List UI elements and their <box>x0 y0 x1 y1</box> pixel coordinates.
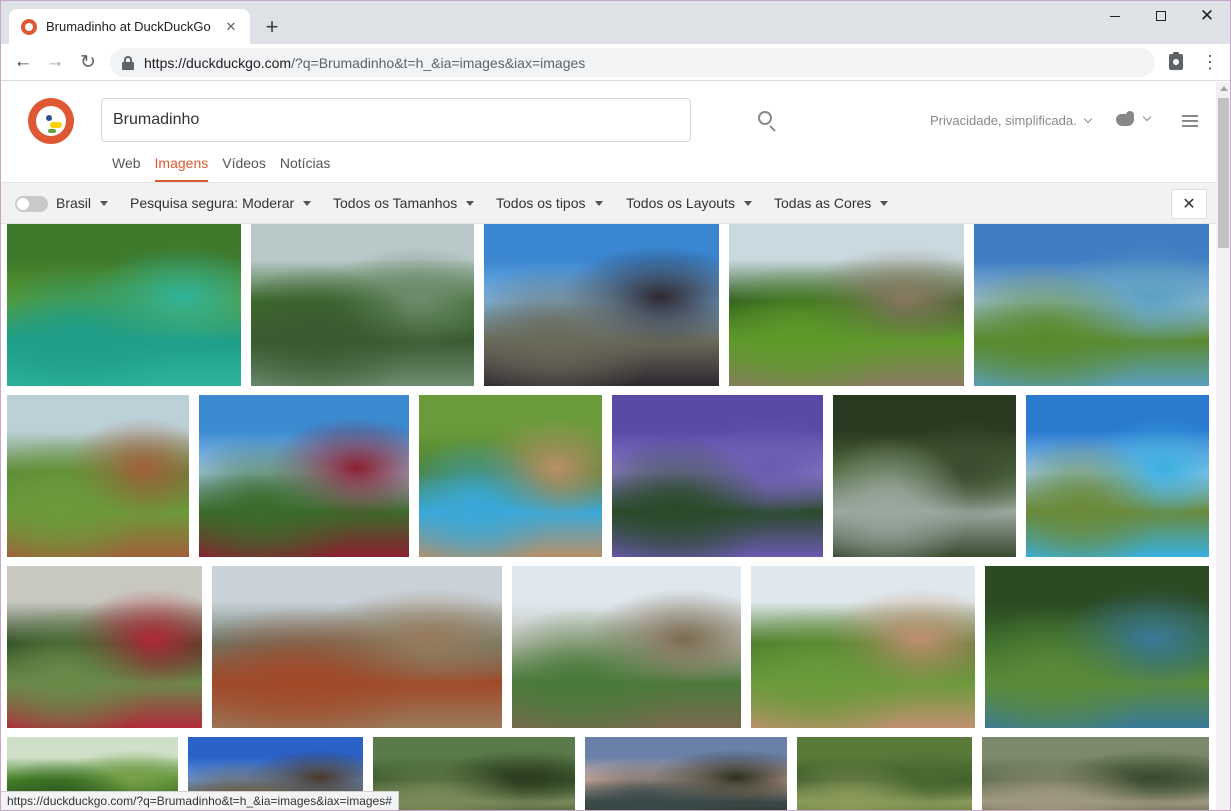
scroll-up-icon[interactable] <box>1220 86 1228 91</box>
type-filter[interactable]: Todos os tipos <box>496 195 603 211</box>
page-content: Web Imagens Vídeos Notícias Privacidade,… <box>1 82 1216 810</box>
browser-tab[interactable]: Brumadinho at DuckDuckGo ✕ <box>9 9 250 44</box>
close-tab-icon[interactable]: ✕ <box>222 18 240 36</box>
forward-arrow-icon[interactable]: → <box>41 48 69 76</box>
new-tab-button[interactable]: + <box>259 14 285 40</box>
image-result-green-foliage[interactable] <box>797 737 972 810</box>
search-type-tabs: Web Imagens Vídeos Notícias <box>112 154 344 182</box>
image-result-telescope-sculpture[interactable] <box>751 566 975 728</box>
browser-toolbar: ← → ↻ https://duckduckgo.com/?q=Brumadin… <box>1 44 1230 81</box>
chevron-down-icon <box>1142 112 1152 122</box>
caret-down-icon <box>743 201 752 206</box>
url-text[interactable]: https://duckduckgo.com/?q=Brumadinho&t=h… <box>144 55 585 71</box>
caret-down-icon <box>880 201 889 206</box>
back-arrow-icon[interactable]: ← <box>9 48 37 76</box>
filter-bar: Brasil Pesquisa segura: Moderar Todos os… <box>1 182 1216 224</box>
clipboard-icon[interactable] <box>1165 51 1187 73</box>
tab-web[interactable]: Web <box>112 154 141 182</box>
tab-news[interactable]: Notícias <box>280 154 331 182</box>
image-result-mountain-lake-garden[interactable] <box>974 224 1209 386</box>
maximize-window-button[interactable] <box>1138 1 1184 31</box>
image-result-modern-pavilion-pool[interactable] <box>1026 395 1209 557</box>
caret-down-icon <box>466 201 475 206</box>
image-result-lake-red-plants[interactable] <box>199 395 409 557</box>
color-filter[interactable]: Todas as Cores <box>774 195 889 211</box>
scrollbar-thumb[interactable] <box>1218 98 1229 248</box>
size-filter-label: Todos os Tamanhos <box>333 195 458 211</box>
image-result-garden-path-palms[interactable] <box>7 566 202 728</box>
twitter-icon <box>1114 110 1136 128</box>
close-filters-button[interactable]: ✕ <box>1171 189 1207 219</box>
reload-icon[interactable]: ↻ <box>74 48 102 76</box>
duckduckgo-logo[interactable] <box>28 98 74 144</box>
image-result-sunset-valley[interactable] <box>585 737 787 810</box>
ddg-header: Web Imagens Vídeos Notícias Privacidade,… <box>1 82 1216 182</box>
url-path: /?q=Brumadinho&t=h_&ia=images&iax=images <box>291 54 586 71</box>
twitter-dropdown[interactable] <box>1114 110 1152 128</box>
image-result-waterfall-rocks[interactable] <box>833 395 1016 557</box>
status-url-bubble: https://duckduckgo.com/?q=Brumadinho&t=h… <box>1 791 399 810</box>
privacy-label: Privacidade, simplificada. <box>930 113 1077 128</box>
chevron-down-icon <box>1083 114 1092 123</box>
page-scrollbar[interactable] <box>1216 82 1230 810</box>
search-box <box>101 98 776 142</box>
image-result-dense-forest[interactable] <box>373 737 575 810</box>
hamburger-menu-icon[interactable] <box>1182 115 1198 127</box>
search-icon[interactable] <box>755 108 779 132</box>
duckduckgo-favicon-icon <box>21 18 37 35</box>
safe-search-filter[interactable]: Pesquisa segura: Moderar <box>130 195 312 211</box>
tab-title: Brumadinho at DuckDuckGo <box>46 19 211 34</box>
image-result-green-pond-lawn[interactable] <box>7 224 241 386</box>
image-result-town-hills[interactable] <box>212 566 502 728</box>
layout-filter-label: Todos os Layouts <box>626 195 735 211</box>
image-result-colonial-town-bridge[interactable] <box>512 566 741 728</box>
color-filter-label: Todas as Cores <box>774 195 872 211</box>
image-result-mirror-balls-pool[interactable] <box>484 224 719 386</box>
minimize-window-button[interactable] <box>1092 1 1138 31</box>
browser-window: Brumadinho at DuckDuckGo ✕ + ✕ ← → ↻ htt… <box>0 0 1231 811</box>
region-filter-label: Brasil <box>56 195 92 211</box>
region-toggle[interactable] <box>15 196 48 212</box>
tab-images[interactable]: Imagens <box>154 154 209 182</box>
image-result-farm-hillside[interactable] <box>7 395 189 557</box>
privacy-dropdown[interactable]: Privacidade, simplificada. <box>930 113 1092 128</box>
address-bar[interactable]: https://duckduckgo.com/?q=Brumadinho&t=h… <box>110 48 1155 77</box>
safe-search-label: Pesquisa segura: Moderar <box>130 195 295 211</box>
caret-down-icon <box>594 201 603 206</box>
type-filter-label: Todos os tipos <box>496 195 586 211</box>
image-result-palm-garden-bench[interactable] <box>729 224 964 386</box>
caret-down-icon <box>303 201 312 206</box>
image-result-resort-pool-render[interactable] <box>419 395 602 557</box>
image-result-colorful-art-pavilion[interactable] <box>985 566 1209 728</box>
image-result-purple-sky-lake[interactable] <box>612 395 823 557</box>
caret-down-icon <box>100 201 109 206</box>
image-result-rocky-stream[interactable] <box>982 737 1209 810</box>
search-input[interactable] <box>113 99 643 141</box>
tab-strip: Brumadinho at DuckDuckGo ✕ + ✕ <box>1 1 1230 44</box>
url-host: https://duckduckgo.com <box>144 54 292 71</box>
browser-menu-icon[interactable]: ⋮ <box>1199 51 1221 73</box>
close-window-button[interactable]: ✕ <box>1184 1 1230 31</box>
image-result-palm-lake-reflection[interactable] <box>251 224 474 386</box>
lock-icon[interactable] <box>122 55 134 70</box>
size-filter[interactable]: Todos os Tamanhos <box>333 195 475 211</box>
tab-videos[interactable]: Vídeos <box>222 154 266 182</box>
layout-filter[interactable]: Todos os Layouts <box>626 195 752 211</box>
region-filter[interactable]: Brasil <box>56 195 109 211</box>
